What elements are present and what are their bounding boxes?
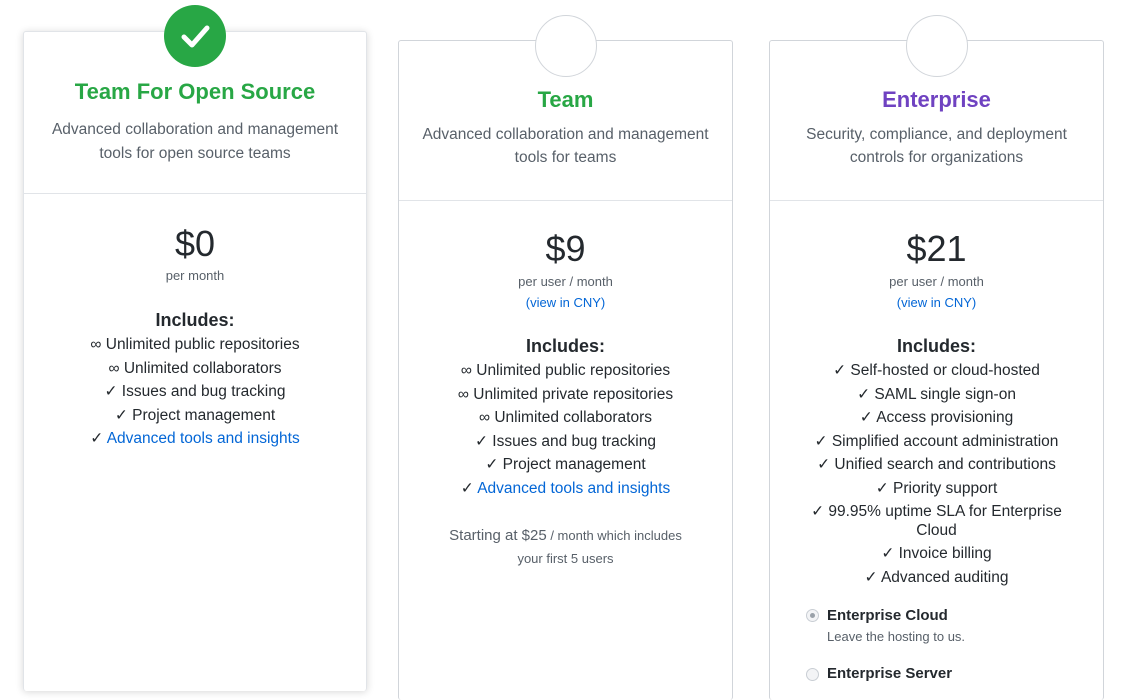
feature-list: ✓ Self-hosted or cloud-hosted ✓ SAML sin… (770, 359, 1103, 589)
option-enterprise-server[interactable]: Enterprise Server (806, 665, 952, 682)
option-enterprise-cloud[interactable]: Enterprise Cloud Leave the hosting to us… (806, 607, 965, 644)
option-title: Enterprise Server (827, 665, 953, 682)
plan-description: Advanced collaboration and management too… (51, 121, 339, 162)
price-period: per user / month (889, 274, 984, 289)
option-title: Enterprise Cloud (827, 607, 948, 624)
selected-plan-badge (164, 5, 226, 67)
feature-item: ✓ 99.95% uptime SLA for Enterprise Cloud (811, 503, 1062, 539)
plan-price: $9 (545, 228, 586, 269)
feature-item: ✓ Advanced tools and insights (90, 430, 300, 447)
plan-select-circle[interactable] (535, 15, 597, 77)
feature-item: ∞ Unlimited private repositories (457, 385, 674, 403)
feature-item: ✓ Advanced tools and insights (460, 479, 671, 497)
feature-item: ✓ Issues and bug tracking (104, 383, 286, 400)
feature-item: ✓ Unified search and contributions (817, 456, 1056, 473)
feature-item: ✓ Simplified account administration (814, 432, 1059, 450)
advanced-tools-link[interactable]: Advanced tools and insights (477, 480, 670, 497)
plan-card-enterprise[interactable]: Enterprise Security, compliance, and dep… (769, 40, 1104, 700)
feature-item: ∞ Unlimited collaborators (108, 359, 282, 377)
feature-list: ∞ Unlimited public repositories ∞ Unlimi… (24, 333, 366, 451)
feature-item: ∞ Unlimited public repositories (90, 336, 300, 353)
plan-description: Advanced collaboration and management too… (422, 126, 709, 166)
check-icon (181, 25, 210, 48)
starting-price-note: Starting at $25 / month which includes yo… (449, 527, 682, 566)
plan-description: Security, compliance, and deployment cont… (806, 126, 1067, 166)
feature-item: ✓ Invoice billing (881, 545, 992, 562)
plan-card-team[interactable]: Team Advanced collaboration and manageme… (398, 40, 733, 700)
view-in-cny-link[interactable]: (view in CNY) (399, 295, 732, 310)
feature-list: ∞ Unlimited public repositories ∞ Unlimi… (399, 359, 732, 500)
plan-card-team-open-source[interactable]: Team For Open Source Advanced collaborat… (23, 31, 367, 691)
feature-item: ✓ Project management (114, 406, 276, 424)
price-period: per user / month (518, 274, 613, 289)
radio-button[interactable] (806, 668, 819, 681)
feature-item: ∞ Unlimited collaborators (478, 409, 652, 426)
includes-heading: Includes: (896, 336, 976, 356)
feature-item: ✓ Access provisioning (859, 409, 1014, 426)
radio-button-selected[interactable] (806, 609, 819, 622)
feature-item: ✓ SAML single sign-on (857, 385, 1016, 403)
feature-item: ✓ Issues and bug tracking (474, 432, 656, 450)
includes-heading: Includes: (155, 310, 235, 330)
feature-item: ✓ Self-hosted or cloud-hosted (833, 362, 1040, 379)
price-period: per month (165, 268, 225, 283)
feature-item: ✓ Advanced auditing (864, 568, 1009, 586)
plan-price: $21 (906, 228, 967, 269)
plan-select-circle[interactable] (906, 15, 968, 77)
feature-item: ∞ Unlimited public repositories (460, 362, 671, 379)
view-in-cny-link[interactable]: (view in CNY) (770, 295, 1103, 310)
plan-price: $0 (174, 223, 216, 264)
includes-heading: Includes: (525, 336, 605, 356)
feature-item: ✓ Priority support (875, 479, 998, 497)
feature-item: ✓ Project management (485, 456, 646, 473)
option-description: Leave the hosting to us. (827, 629, 966, 644)
advanced-tools-link[interactable]: Advanced tools and insights (107, 430, 300, 447)
